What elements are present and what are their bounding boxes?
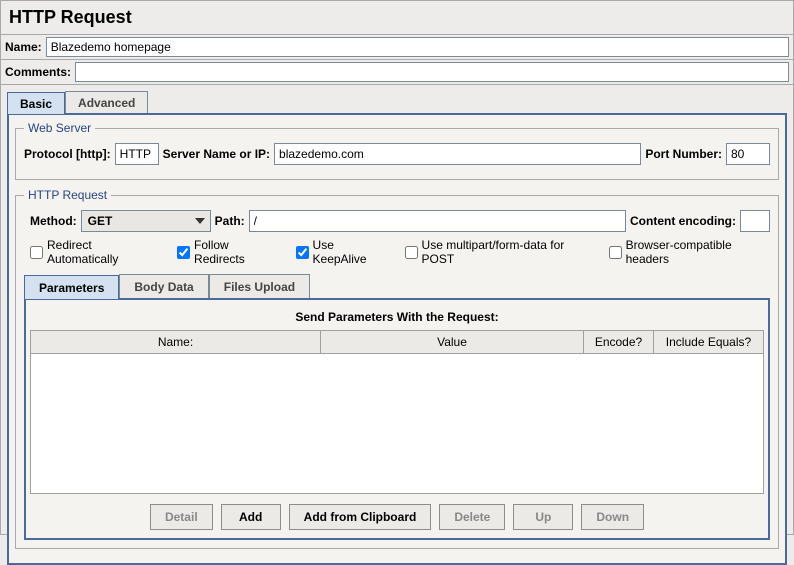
add-from-clipboard-button[interactable]: Add from Clipboard [289, 504, 432, 530]
name-row: Name: [1, 35, 793, 60]
browser-compat-label: Browser-compatible headers [626, 238, 770, 266]
redirect-auto-checkbox[interactable] [30, 246, 43, 259]
tab-files-upload[interactable]: Files Upload [209, 274, 310, 298]
redirect-auto-label: Redirect Automatically [47, 238, 159, 266]
path-label: Path: [215, 214, 245, 228]
http-request-legend: HTTP Request [24, 188, 111, 202]
up-button[interactable]: Up [513, 504, 573, 530]
col-name[interactable]: Name: [31, 331, 321, 354]
follow-redirects-checkbox[interactable] [177, 246, 190, 259]
multipart-label: Use multipart/form-data for POST [422, 238, 591, 266]
name-input[interactable] [46, 37, 789, 57]
down-button[interactable]: Down [581, 504, 644, 530]
protocol-label: Protocol [http]: [24, 147, 111, 161]
detail-button[interactable]: Detail [150, 504, 213, 530]
http-request-panel: HTTP Request Name: Comments: Basic Advan… [0, 0, 794, 535]
server-name-label: Server Name or IP: [163, 147, 270, 161]
delete-button[interactable]: Delete [439, 504, 505, 530]
tab-body-data[interactable]: Body Data [119, 274, 208, 298]
method-label: Method: [30, 214, 77, 228]
keepalive-checkbox[interactable] [296, 246, 309, 259]
panel-title: HTTP Request [1, 1, 793, 35]
content-encoding-input[interactable] [740, 210, 770, 232]
comments-row: Comments: [1, 60, 793, 85]
sub-tabs: Parameters Body Data Files Upload [24, 274, 770, 298]
http-request-fieldset: HTTP Request Method: GET Path: Content e… [15, 188, 779, 549]
params-title: Send Parameters With the Request: [30, 304, 764, 330]
col-encode[interactable]: Encode? [584, 331, 654, 354]
params-empty-area[interactable] [30, 354, 764, 494]
tab-parameters[interactable]: Parameters [24, 275, 119, 299]
method-select[interactable]: GET [81, 210, 211, 232]
browser-compat-checkbox[interactable] [609, 246, 622, 259]
params-table: Name: Value Encode? Include Equals? [30, 330, 764, 354]
col-include-equals[interactable]: Include Equals? [654, 331, 764, 354]
web-server-fieldset: Web Server Protocol [http]: Server Name … [15, 121, 779, 180]
path-input[interactable] [249, 210, 626, 232]
port-number-label: Port Number: [645, 147, 722, 161]
port-number-input[interactable] [726, 143, 770, 165]
parameters-panel: Send Parameters With the Request: Name: … [24, 298, 770, 540]
basic-panel: Web Server Protocol [http]: Server Name … [7, 113, 787, 565]
params-buttons: Detail Add Add from Clipboard Delete Up … [30, 504, 764, 530]
keepalive-label: Use KeepAlive [313, 238, 387, 266]
col-value[interactable]: Value [321, 331, 584, 354]
add-button[interactable]: Add [221, 504, 281, 530]
tab-basic[interactable]: Basic [7, 92, 65, 114]
comments-input[interactable] [75, 62, 789, 82]
tab-advanced[interactable]: Advanced [65, 91, 148, 113]
comments-label: Comments: [5, 65, 71, 79]
follow-redirects-label: Follow Redirects [194, 238, 278, 266]
checkbox-row: Redirect Automatically Follow Redirects … [24, 238, 770, 266]
method-value: GET [88, 214, 113, 228]
web-server-legend: Web Server [24, 121, 95, 135]
protocol-input[interactable] [115, 143, 159, 165]
main-tabs: Basic Advanced [7, 91, 793, 113]
content-encoding-label: Content encoding: [630, 214, 736, 228]
multipart-checkbox[interactable] [405, 246, 418, 259]
server-name-input[interactable] [274, 143, 641, 165]
chevron-down-icon [192, 213, 208, 229]
name-label: Name: [5, 40, 42, 54]
